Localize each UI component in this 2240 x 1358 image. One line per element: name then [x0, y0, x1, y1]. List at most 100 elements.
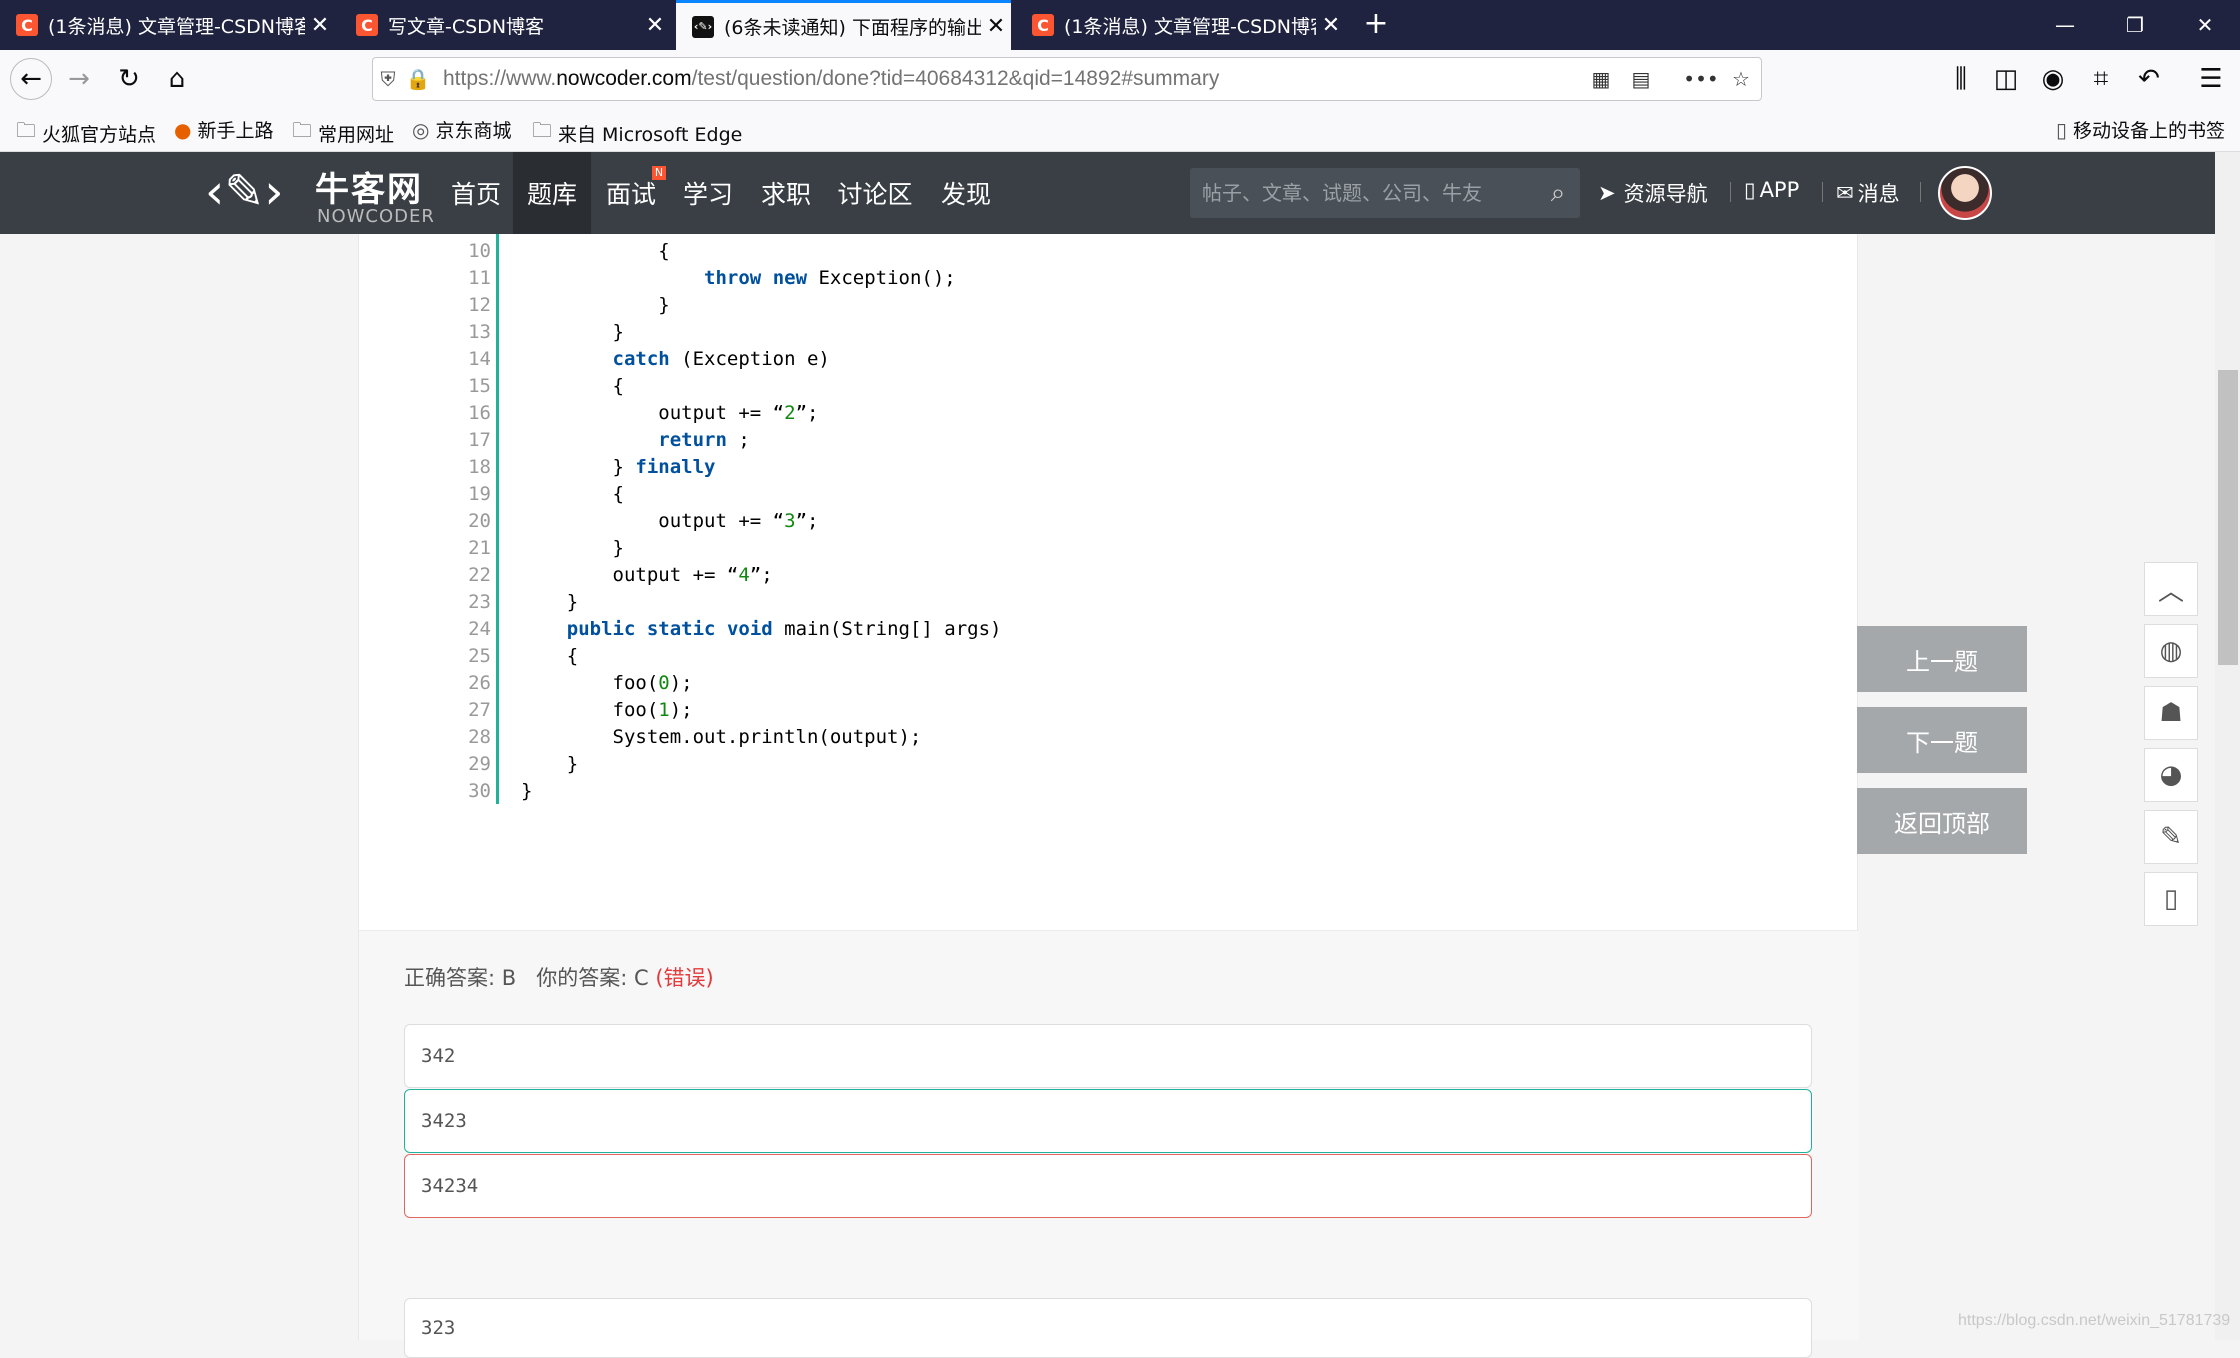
- wrong-status: (错误): [655, 966, 714, 990]
- line-number: 15: [468, 375, 491, 397]
- line-number: 28: [468, 726, 491, 748]
- code-text: output += “2”;: [521, 402, 819, 424]
- navigate-arrow-icon: ➤: [1598, 181, 1616, 205]
- nav-jobs[interactable]: 求职: [748, 152, 824, 234]
- tab-close-icon[interactable]: ✕: [1316, 13, 1346, 38]
- back-arrow-icon[interactable]: ←: [10, 58, 52, 100]
- app-link[interactable]: ▯ APP: [1744, 178, 1799, 202]
- option-b-correct[interactable]: 3423: [404, 1089, 1812, 1153]
- vertical-scrollbar[interactable]: [2215, 152, 2240, 1340]
- code-block: 10 {11 throw new Exception(); 12 } 13 } 14 …: [359, 234, 1859, 804]
- account-icon[interactable]: ◉: [2032, 58, 2074, 100]
- nav-discover[interactable]: 发现: [926, 152, 1006, 234]
- nowcoder-logo[interactable]: ‹✎› 牛客网 NOWCODER: [205, 160, 435, 227]
- code-line: 20 output += “3”;: [439, 510, 818, 537]
- nav-learn[interactable]: 学习: [670, 152, 746, 234]
- back-to-top-button[interactable]: 返回顶部: [1857, 788, 2027, 854]
- code-line: 11 throw new Exception();: [439, 267, 956, 294]
- code-line: 30}: [439, 780, 532, 807]
- search-icon[interactable]: ⌕: [1536, 178, 1580, 209]
- weibo-icon[interactable]: ◍: [2144, 624, 2198, 678]
- code-text: {: [521, 645, 579, 667]
- home-icon[interactable]: ⌂: [156, 58, 198, 100]
- resources-nav-link[interactable]: ➤ 资源导航: [1598, 178, 1708, 208]
- minimize-icon[interactable]: —: [2030, 0, 2100, 50]
- bookmark-item[interactable]: 🗀 火狐官方站点: [16, 116, 156, 150]
- csdn-favicon-icon: C: [356, 14, 378, 36]
- menu-hamburger-icon[interactable]: ☰: [2190, 58, 2232, 100]
- browser-tab-2[interactable]: C 写文章-CSDN博客 ✕: [340, 0, 670, 50]
- logo-subtitle: NOWCODER: [317, 206, 435, 227]
- option-c-selected[interactable]: 34234: [404, 1154, 1812, 1218]
- scrollbar-thumb[interactable]: [2218, 370, 2238, 665]
- tab-close-icon[interactable]: ✕: [305, 13, 335, 38]
- nav-home[interactable]: 首页: [440, 152, 512, 234]
- code-line: 19 {: [439, 483, 624, 510]
- option-a[interactable]: 342: [404, 1024, 1812, 1088]
- code-text: {: [521, 375, 624, 397]
- reload-icon[interactable]: ↻: [108, 58, 150, 100]
- browser-tab-4[interactable]: C (1条消息) 文章管理-CSDN博客 ✕: [1016, 0, 1346, 50]
- code-text: return ;: [658, 429, 750, 451]
- line-number: 20: [468, 510, 491, 532]
- bookmark-item[interactable]: 🗀 来自 Microsoft Edge: [532, 116, 742, 150]
- site-search-input[interactable]: [1190, 181, 1536, 205]
- close-window-icon[interactable]: ✕: [2170, 0, 2240, 50]
- messages-link[interactable]: ✉ 消息: [1836, 178, 1900, 208]
- wechat-icon[interactable]: ◕: [2144, 748, 2198, 802]
- line-number: 21: [468, 537, 491, 559]
- bookmark-item[interactable]: ◎ 京东商城: [412, 116, 511, 143]
- option-d[interactable]: 323: [404, 1298, 1812, 1358]
- code-line: 26 foo(0);: [439, 672, 693, 699]
- nowcoder-favicon-icon: ‹✎›: [692, 15, 714, 38]
- sidebar-icon[interactable]: ◫: [1985, 58, 2027, 100]
- lock-icon[interactable]: 🔒: [403, 67, 433, 91]
- code-text: output += “4”;: [521, 564, 773, 586]
- address-bar[interactable]: ⛨ 🔒 https://www.nowcoder.com/test/questi…: [372, 57, 1762, 101]
- qq-icon[interactable]: ☗: [2144, 686, 2198, 740]
- scroll-top-chevron-icon[interactable]: ︿: [2144, 562, 2198, 616]
- edit-pencil-icon[interactable]: ✎: [2144, 810, 2198, 864]
- restore-icon[interactable]: ❐: [2100, 0, 2170, 50]
- line-number: 12: [468, 294, 491, 316]
- bookmark-item[interactable]: 🗀 常用网址: [292, 116, 394, 150]
- site-search: ⌕: [1190, 168, 1580, 218]
- mobile-icon[interactable]: ▯: [2144, 872, 2198, 926]
- code-line: 18 } finally: [439, 456, 715, 483]
- nav-interview[interactable]: 面试 N: [592, 152, 670, 234]
- logo-mark-icon: ‹✎›: [205, 164, 284, 220]
- tab-close-icon[interactable]: ✕: [981, 14, 1011, 39]
- site-header: ‹✎› 牛客网 NOWCODER 首页 题库 面试 N 学习 求职 讨论区 发现 …: [0, 152, 2215, 234]
- undo-icon[interactable]: ↶: [2128, 58, 2170, 100]
- library-icon[interactable]: ⫼: [1940, 58, 1982, 100]
- mobile-bookmarks[interactable]: ▯ 移动设备上的书签: [2056, 116, 2225, 143]
- qr-code-icon[interactable]: ▦: [1581, 67, 1621, 91]
- bookmark-item[interactable]: ● 新手上路: [174, 116, 273, 143]
- code-line: 28 System.out.println(output);: [439, 726, 921, 753]
- forward-arrow-icon[interactable]: →: [58, 58, 100, 100]
- bookmarks-bar: 🗀 火狐官方站点 ● 新手上路 🗀 常用网址 ◎ 京东商城 🗀 来自 Microsoft …: [0, 108, 2240, 152]
- nav-discussion[interactable]: 讨论区: [826, 152, 924, 234]
- nav-question-bank[interactable]: 题库: [513, 152, 591, 234]
- next-question-button[interactable]: 下一题: [1857, 707, 2027, 773]
- line-number: 23: [468, 591, 491, 613]
- question-content: 10 {11 throw new Exception(); 12 } 13 } 14 …: [358, 234, 1859, 1358]
- page-actions-icon[interactable]: •••: [1681, 67, 1721, 91]
- bookmark-star-icon[interactable]: ☆: [1721, 67, 1761, 91]
- browser-tab-3-active[interactable]: ‹✎› (6条未读通知) 下面程序的输出 ✕: [676, 0, 1011, 50]
- browser-tab-1[interactable]: C (1条消息) 文章管理-CSDN博客 ✕: [0, 0, 335, 50]
- tab-close-icon[interactable]: ✕: [640, 13, 670, 38]
- tab-title: (1条消息) 文章管理-CSDN博客: [1064, 15, 1316, 38]
- tracking-shield-icon[interactable]: ⛨: [373, 67, 403, 91]
- prev-question-button[interactable]: 上一题: [1857, 626, 2027, 692]
- new-tab-plus-icon[interactable]: +: [1356, 6, 1396, 41]
- code-line: 13 }: [439, 321, 624, 348]
- url-text[interactable]: https://www.nowcoder.com/test/question/d…: [443, 67, 1581, 91]
- code-text: }: [521, 294, 670, 316]
- avatar[interactable]: [1938, 166, 1992, 220]
- screenshot-crop-icon[interactable]: ⌗: [2080, 58, 2122, 100]
- code-text: }: [521, 591, 579, 613]
- tab-title: (6条未读通知) 下面程序的输出: [724, 17, 981, 39]
- reader-view-icon[interactable]: ▤: [1621, 67, 1661, 91]
- code-text: }: [521, 753, 579, 775]
